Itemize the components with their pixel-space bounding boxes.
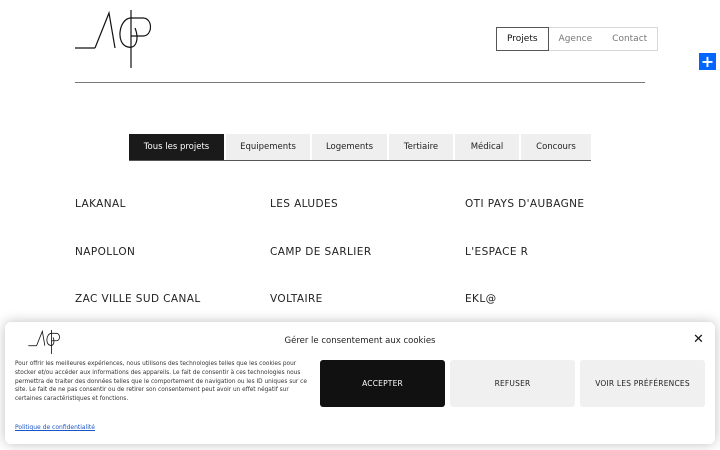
project-link[interactable]: NAPOLLON bbox=[75, 246, 135, 258]
main-nav: Projets Agence Contact bbox=[496, 27, 659, 51]
nav-agence[interactable]: Agence bbox=[549, 28, 603, 50]
project-link[interactable]: OTI PAYS D'AUBAGNE bbox=[465, 198, 584, 210]
filter-tab-concours[interactable]: Concours bbox=[521, 134, 591, 160]
close-icon[interactable]: ✕ bbox=[693, 332, 704, 347]
privacy-policy-link[interactable]: Politique de confidentialité bbox=[15, 424, 95, 431]
header-divider bbox=[75, 82, 645, 83]
share-plus-icon[interactable]: + bbox=[699, 53, 716, 70]
nav-contact[interactable]: Contact bbox=[602, 28, 657, 50]
project-link[interactable]: LES ALUDES bbox=[270, 198, 338, 210]
adp-logo[interactable] bbox=[75, 10, 151, 68]
project-link[interactable]: CAMP DE SARLIER bbox=[270, 246, 372, 258]
cookie-banner-title: Gérer le consentement aux cookies bbox=[284, 336, 436, 346]
refuse-cookies-button[interactable]: REFUSER bbox=[450, 360, 575, 407]
project-link[interactable]: ZAC VILLE SUD CANAL bbox=[75, 293, 201, 305]
project-filter-tabs: Tous les projets Equipements Logements T… bbox=[129, 134, 591, 161]
accept-cookies-button[interactable]: ACCEPTER bbox=[320, 360, 445, 407]
project-link[interactable]: VOLTAIRE bbox=[270, 293, 323, 305]
cookie-consent-banner: Gérer le consentement aux cookies ✕ Pour… bbox=[5, 322, 715, 444]
project-link[interactable]: L'ESPACE R bbox=[465, 246, 528, 258]
nav-projets[interactable]: Projets bbox=[496, 27, 549, 51]
filter-tab-equipements[interactable]: Equipements bbox=[226, 134, 310, 160]
project-link[interactable]: LAKANAL bbox=[75, 198, 126, 210]
view-preferences-button[interactable]: VOIR LES PRÉFÉRENCES bbox=[580, 360, 705, 407]
filter-tab-all[interactable]: Tous les projets bbox=[129, 134, 224, 160]
filter-tab-logements[interactable]: Logements bbox=[312, 134, 387, 160]
project-link[interactable]: EKL@ bbox=[465, 293, 496, 305]
filter-tab-tertiaire[interactable]: Tertiaire bbox=[389, 134, 453, 160]
filter-tab-medical[interactable]: Médical bbox=[455, 134, 519, 160]
cookie-banner-text: Pour offrir les meilleures expériences, … bbox=[15, 361, 307, 403]
